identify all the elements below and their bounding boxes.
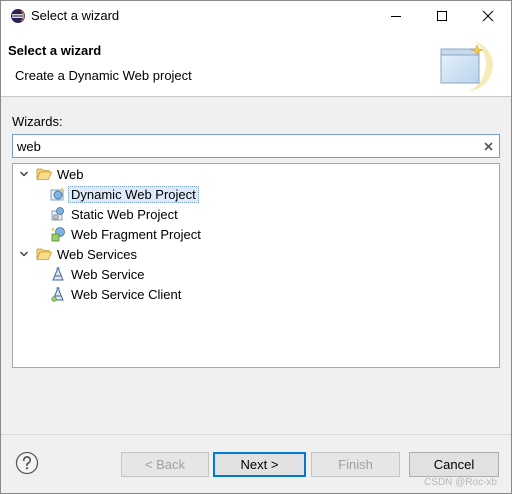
back-button[interactable]: < Back — [121, 452, 209, 477]
wizards-label: Wizards: — [12, 114, 63, 129]
folder-open-icon — [35, 246, 52, 263]
tree-item-dynamic-web-project[interactable]: Dynamic Web Project — [49, 184, 199, 204]
tree-item-web[interactable]: Web — [17, 164, 87, 184]
web-service-client-icon — [49, 286, 66, 303]
tree-item-web-services[interactable]: Web Services — [17, 244, 140, 264]
dynamic-web-project-icon — [49, 186, 66, 203]
minimize-button[interactable] — [373, 1, 419, 31]
tree-item-web-service[interactable]: Web Service — [49, 264, 147, 284]
maximize-button[interactable] — [419, 1, 465, 31]
chevron-down-icon[interactable] — [17, 247, 31, 261]
eclipse-icon — [11, 9, 25, 23]
web-service-icon — [49, 266, 66, 283]
banner-title: Select a wizard — [8, 43, 102, 58]
tree-item-static-web-project[interactable]: Static Web Project — [49, 204, 181, 224]
tree-item-label: Web — [57, 166, 84, 182]
tree-item-web-fragment-project[interactable]: Web Fragment Project — [49, 224, 204, 244]
help-icon[interactable] — [15, 451, 39, 475]
wizard-dialog: Select a wizard Select a wizard Create a… — [0, 0, 512, 494]
tree-item-label: Dynamic Web Project — [68, 185, 199, 203]
wizard-tree[interactable]: Web Dynamic Web Project Static Web Proje… — [12, 163, 500, 368]
next-button[interactable]: Next > — [213, 452, 306, 477]
wizard-filter-input[interactable] — [13, 135, 473, 157]
web-fragment-project-icon — [49, 226, 66, 243]
wizard-filter-field — [12, 134, 500, 158]
window-title: Select a wizard — [31, 8, 120, 23]
tree-item-label: Web Service — [71, 266, 145, 282]
clear-filter-icon[interactable] — [481, 138, 495, 154]
button-bar-divider — [1, 434, 511, 435]
tree-item-label: Static Web Project — [71, 206, 178, 222]
watermark: CSDN @Roc-xb — [424, 477, 497, 488]
wizard-banner: Select a wizard Create a Dynamic Web pro… — [1, 31, 511, 97]
tree-item-label: Web Fragment Project — [71, 226, 201, 242]
folder-open-icon — [35, 166, 52, 183]
tree-item-web-service-client[interactable]: Web Service Client — [49, 284, 184, 304]
title-bar[interactable]: Select a wizard — [1, 1, 511, 31]
chevron-down-icon[interactable] — [17, 167, 31, 181]
tree-item-label: Web Service Client — [71, 286, 182, 302]
tree-item-label: Web Services — [57, 246, 137, 262]
static-web-project-icon — [49, 206, 66, 223]
cancel-button[interactable]: Cancel — [409, 452, 499, 477]
wizard-banner-icon — [435, 37, 495, 93]
close-button[interactable] — [465, 1, 511, 31]
banner-description: Create a Dynamic Web project — [15, 68, 192, 83]
finish-button[interactable]: Finish — [311, 452, 400, 477]
